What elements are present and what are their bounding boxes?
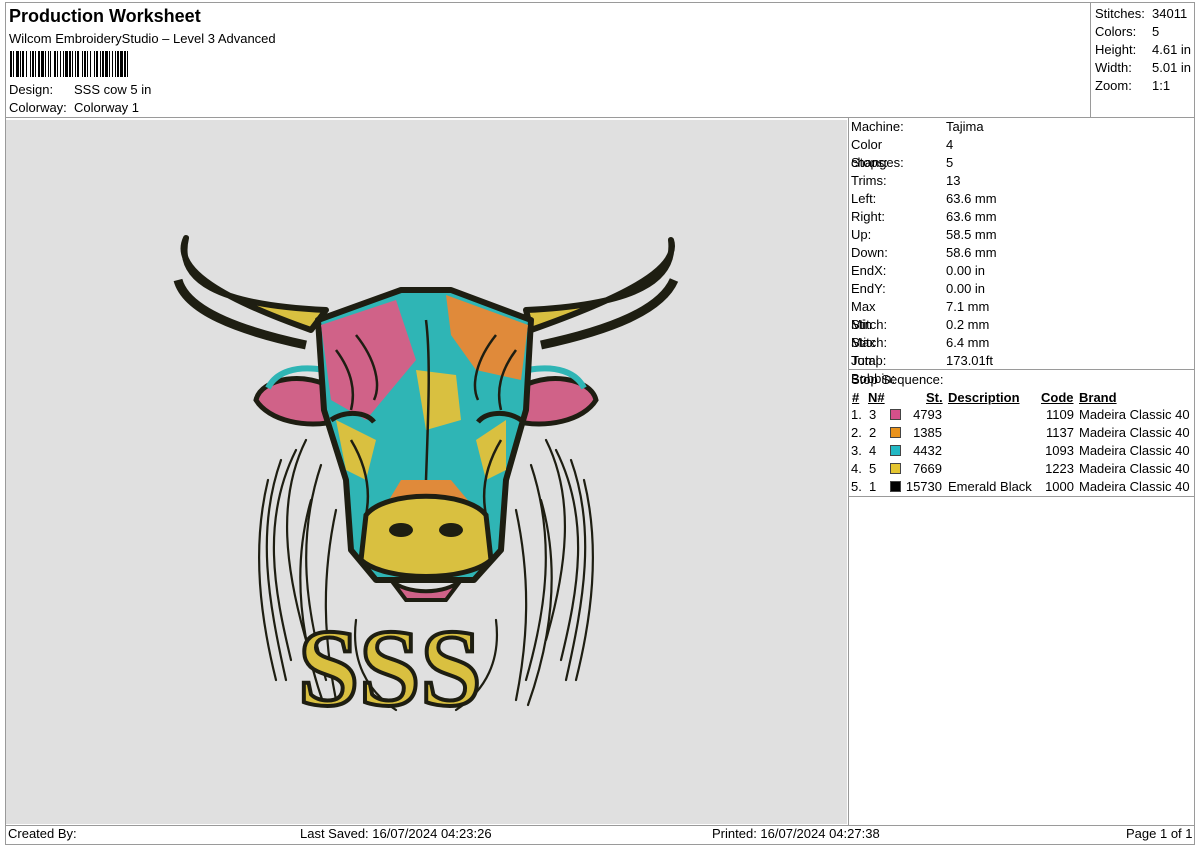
summary-label: Colors: [1095, 24, 1137, 39]
design-label: Design: [9, 82, 54, 97]
info-value: 58.6 mm [946, 245, 997, 260]
summary-value: 34011 [1152, 6, 1188, 21]
cell-stitches: 4432 [913, 443, 942, 458]
footer-last-saved: Last Saved: 16/07/2024 04:23:26 [300, 826, 492, 841]
cell-needle: 1 [869, 479, 877, 494]
footer-divider [5, 825, 1195, 826]
info-label: Stops: [851, 155, 888, 170]
cell-num: 4. [851, 461, 862, 476]
info-value: 13 [946, 173, 961, 188]
barcode-image [10, 51, 208, 77]
color-swatch [890, 463, 901, 474]
info-value: 63.6 mm [946, 209, 997, 224]
cell-code: 1109 [1046, 407, 1074, 422]
table-row: 2. 2 1385 1137 Madeira Classic 40 [851, 424, 1191, 442]
info-label: Down: [851, 245, 888, 260]
cell-code: 1000 [1045, 479, 1074, 494]
stop-sequence-title: Stop Sequence: [851, 372, 944, 387]
info-label: EndX: [851, 263, 887, 278]
design-preview-image: SSS [173, 235, 679, 731]
machine-info-divider [849, 369, 1195, 370]
bull-head [315, 287, 534, 602]
info-value: 63.6 mm [946, 191, 997, 206]
cell-code: 1093 [1045, 443, 1074, 458]
design-preview-panel: SSS [6, 120, 847, 824]
info-label: Machine: [851, 119, 904, 134]
col-header-st: St. [926, 390, 943, 405]
cell-stitches: 7669 [913, 461, 942, 476]
color-swatch [890, 409, 901, 420]
cell-needle: 5 [869, 461, 877, 476]
page-title: Production Worksheet [9, 6, 201, 26]
colorway-value: Colorway 1 [74, 100, 140, 115]
cell-needle: 4 [869, 443, 877, 458]
footer-page-number: Page 1 of 1 [1126, 826, 1193, 841]
col-header-brand: Brand [1079, 390, 1117, 405]
sss-lettering: SSS [296, 605, 484, 731]
lettering-text: SSS [298, 607, 482, 729]
info-value: 0.2 mm [946, 317, 990, 332]
col-header-description: Description [948, 390, 1020, 405]
software-name: Wilcom EmbroideryStudio – Level 3 Advanc… [9, 31, 276, 46]
cell-needle: 2 [869, 425, 877, 440]
cell-stitches: 4793 [913, 407, 942, 422]
summary-value: 1:1 [1152, 78, 1171, 93]
footer-created-by: Created By: [8, 826, 77, 841]
info-label: EndY: [851, 281, 886, 296]
info-value: 4 [946, 137, 954, 152]
info-value: 58.5 mm [946, 227, 997, 242]
summary-label: Height: [1095, 42, 1137, 57]
summary-value: 4.61 in [1152, 42, 1192, 57]
table-row: 5. 1 15730 Emerald Black 1000 Madeira Classic… [851, 478, 1191, 496]
summary-label: Zoom: [1095, 78, 1132, 93]
color-swatch [890, 445, 901, 456]
cell-num: 1. [851, 407, 862, 422]
panel-divider [848, 117, 849, 825]
cell-num: 2. [851, 425, 862, 440]
info-value: 6.4 mm [946, 335, 990, 350]
col-header-n: N# [868, 390, 885, 405]
info-value: Tajima [946, 119, 984, 134]
cell-stitches: 1385 [913, 425, 942, 440]
cell-code: 1137 [1046, 425, 1074, 440]
cell-num: 5. [851, 479, 862, 494]
colorway-label: Colorway: [9, 100, 67, 115]
design-value: SSS cow 5 in [74, 82, 152, 97]
info-value: 5 [946, 155, 954, 170]
col-header-code: Code [1041, 390, 1074, 405]
cell-brand: Madeira Classic 40 [1079, 461, 1190, 476]
info-label: Up: [851, 227, 872, 242]
info-value: 7.1 mm [946, 299, 990, 314]
cell-brand: Madeira Classic 40 [1079, 407, 1190, 422]
info-label: Trims: [851, 173, 887, 188]
summary-divider [1090, 2, 1091, 117]
table-row: 1. 3 4793 1109 Madeira Classic 40 [851, 406, 1191, 424]
table-row: 4. 5 7669 1223 Madeira Classic 40 [851, 460, 1191, 478]
info-value: 0.00 in [946, 281, 986, 296]
table-row: 3. 4 4432 1093 Madeira Classic 40 [851, 442, 1191, 460]
stop-sequence-divider [849, 496, 1195, 497]
info-value: 173.01ft [946, 353, 993, 368]
info-value: 0.00 in [946, 263, 986, 278]
header-divider [5, 117, 1195, 118]
cell-brand: Madeira Classic 40 [1079, 425, 1190, 440]
cell-description: Emerald Black [948, 479, 1032, 494]
cell-num: 3. [851, 443, 862, 458]
cell-brand: Madeira Classic 40 [1079, 443, 1190, 458]
info-label: Right: [851, 209, 885, 224]
cell-code: 1223 [1045, 461, 1074, 476]
info-label: Left: [851, 191, 877, 206]
footer-printed: Printed: 16/07/2024 04:27:38 [712, 826, 880, 841]
color-swatch [890, 427, 901, 438]
summary-value: 5.01 in [1152, 60, 1192, 75]
cell-brand: Madeira Classic 40 [1079, 479, 1190, 494]
col-header-num: # [852, 390, 860, 405]
summary-label: Stitches: [1095, 6, 1145, 21]
color-swatch [890, 481, 901, 492]
summary-value: 5 [1152, 24, 1160, 39]
cell-needle: 3 [869, 407, 877, 422]
summary-label: Width: [1095, 60, 1132, 75]
cell-stitches: 15730 [905, 479, 942, 494]
